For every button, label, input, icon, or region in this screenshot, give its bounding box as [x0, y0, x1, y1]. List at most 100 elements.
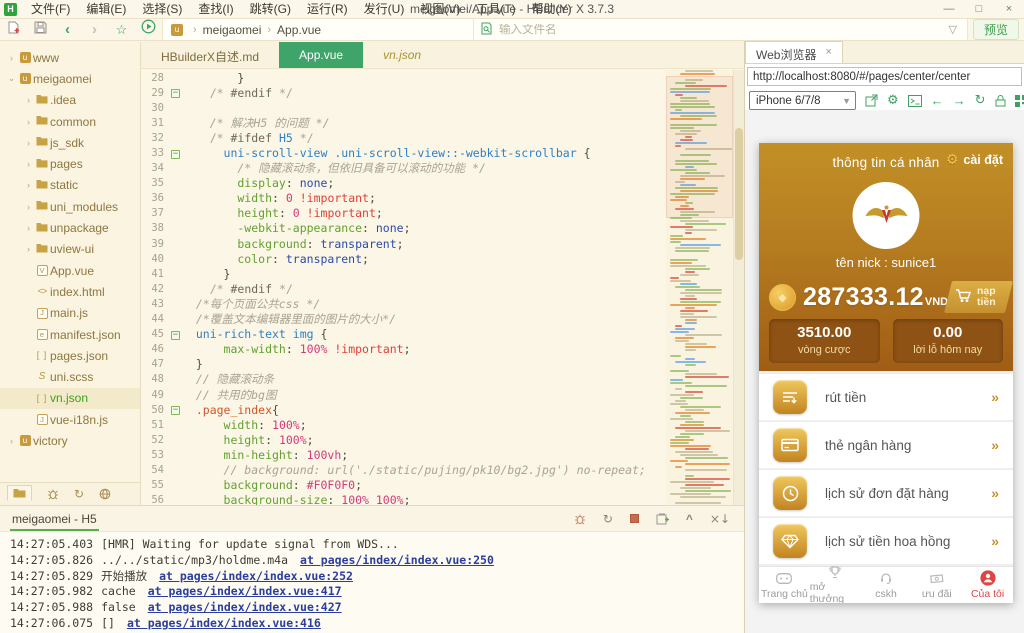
log-source-link[interactable]: at pages/index/index.vue:252: [159, 569, 353, 583]
minimap-code-mark: [670, 460, 688, 462]
maximize-button[interactable]: □: [964, 0, 994, 18]
nav-forward-icon[interactable]: →: [953, 94, 966, 107]
browser-tab[interactable]: Web浏览器 ×: [745, 41, 843, 63]
editor-tab-vn.json[interactable]: vn.json: [363, 42, 441, 68]
tab-ưu đãi[interactable]: ưu đãi: [911, 567, 962, 603]
tree-item-static[interactable]: ›static: [0, 175, 140, 196]
close-icon[interactable]: ×: [825, 46, 831, 58]
debug-bug-icon[interactable]: [47, 488, 59, 500]
tree-item-pages.json[interactable]: [ ]pages.json: [0, 345, 140, 366]
menu-item-1[interactable]: rút tiền»: [759, 374, 1013, 420]
minimap-viewport[interactable]: [666, 76, 733, 218]
open-external-icon[interactable]: [865, 94, 878, 107]
tree-item-uni.scss[interactable]: Suni.scss: [0, 366, 140, 387]
console-collapse-icon[interactable]: ^: [686, 513, 693, 525]
fold-marker[interactable]: −: [169, 148, 182, 159]
minimap[interactable]: [666, 70, 733, 505]
log-source-link[interactable]: at pages/index/index.vue:427: [148, 600, 342, 614]
new-file-icon[interactable]: [0, 20, 27, 40]
console-debug-icon[interactable]: [574, 513, 586, 525]
log-source-link[interactable]: at pages/index/index.vue:416: [127, 616, 321, 630]
forward-icon[interactable]: ›: [81, 20, 108, 40]
menu-item[interactable]: 跳转(G): [242, 2, 299, 16]
tab-mở thưởng[interactable]: mở thưởng: [810, 567, 861, 603]
fold-marker[interactable]: −: [169, 404, 182, 415]
editor-tab-HBuilderX自述.md[interactable]: HBuilderX自述.md: [141, 42, 279, 68]
tree-item-main.js[interactable]: Jmain.js: [0, 303, 140, 324]
breadcrumb-item[interactable]: App.vue: [277, 23, 321, 37]
menu-item[interactable]: 选择(S): [134, 2, 190, 16]
editor-scrollbar[interactable]: [733, 70, 744, 505]
url-input[interactable]: [747, 67, 1022, 86]
close-button[interactable]: ×: [994, 0, 1024, 18]
tree-item-uview-ui[interactable]: ›uview-ui: [0, 239, 140, 260]
tab-cskh[interactable]: cskh: [861, 567, 912, 603]
search-input[interactable]: [499, 24, 945, 36]
console-header: meigaomei - H5 ↻ ^ ×↓: [0, 506, 744, 532]
editor-tab-App.vue[interactable]: App.vue: [279, 42, 363, 68]
tree-item-.idea[interactable]: ›.idea: [0, 90, 140, 111]
tree-item-vn.json[interactable]: [ ]vn.json: [0, 388, 140, 409]
bookmark-star-icon[interactable]: ☆: [108, 20, 135, 40]
qr-code-icon[interactable]: [1015, 95, 1024, 107]
tree-item-manifest.json[interactable]: emanifest.json: [0, 324, 140, 345]
tree-item-meigaomei[interactable]: ⌄umeigaomei: [0, 68, 140, 89]
editor-scrollbar-thumb[interactable]: [735, 128, 743, 260]
minimap-code-mark: [675, 361, 706, 363]
breadcrumb-item[interactable]: meigaomei: [203, 23, 262, 37]
tree-item-unpackage[interactable]: ›unpackage: [0, 217, 140, 238]
console-close-icon[interactable]: ×↓: [710, 513, 730, 525]
tree-item-www[interactable]: ›uwww: [0, 47, 140, 68]
menu-item[interactable]: 文件(F): [23, 2, 78, 16]
console-clear-icon[interactable]: [656, 513, 669, 525]
code-text: /* 隐藏滚动条，但依旧具备可以滚动的功能 */: [182, 160, 486, 176]
fold-marker[interactable]: −: [169, 329, 182, 340]
fold-marker[interactable]: −: [169, 87, 182, 98]
code-text: /*覆盖文本编辑器里面的图片的大小*/: [182, 311, 396, 327]
refresh-icon[interactable]: ↻: [975, 94, 986, 107]
devtools-console-icon[interactable]: [908, 95, 922, 107]
avatar[interactable]: [853, 182, 920, 249]
console-stop-icon[interactable]: [630, 514, 639, 523]
tree-item-uni_modules[interactable]: ›uni_modules: [0, 196, 140, 217]
console-restart-icon[interactable]: ↻: [603, 513, 613, 525]
code-area[interactable]: 28 }29− /* #endif */3031 /* 解决H5 的问题 */3…: [141, 70, 666, 505]
log-source-link[interactable]: at pages/index/index.vue:250: [300, 553, 494, 567]
minimap-code-mark: [675, 286, 700, 288]
settings-gear-icon[interactable]: ⚙: [887, 94, 899, 107]
log-source-link[interactable]: at pages/index/index.vue:417: [148, 584, 342, 598]
explorer-folder-icon[interactable]: [7, 485, 32, 501]
folder-file-icon: [34, 243, 50, 256]
menu-item[interactable]: 查找(I): [190, 2, 241, 16]
run-icon[interactable]: [135, 19, 162, 40]
tree-item-victory[interactable]: ›uvictory: [0, 430, 140, 451]
menu-item-4[interactable]: lịch sử tiền hoa hồng»: [759, 518, 1013, 564]
tab-Trang chủ[interactable]: Trang chủ: [759, 567, 810, 603]
menu-item[interactable]: 编辑(E): [78, 2, 134, 16]
tab-Của tôi[interactable]: Của tôi: [962, 567, 1013, 603]
menu-item[interactable]: 发行(U): [356, 2, 413, 16]
menu-item[interactable]: 运行(R): [299, 2, 356, 16]
globe-icon[interactable]: [99, 488, 111, 500]
tree-item-js_sdk[interactable]: ›js_sdk: [0, 132, 140, 153]
title-bar: H 文件(F)编辑(E)选择(S)查找(I)跳转(G)运行(R)发行(U)视图(…: [0, 0, 1024, 19]
back-icon[interactable]: ‹: [54, 20, 81, 40]
menu-item-3[interactable]: lịch sử đơn đặt hàng»: [759, 470, 1013, 516]
nav-back-icon[interactable]: ←: [931, 94, 944, 107]
tree-item-common[interactable]: ›common: [0, 111, 140, 132]
save-icon[interactable]: [27, 20, 54, 40]
tree-item-App.vue[interactable]: VApp.vue: [0, 260, 140, 281]
sync-icon[interactable]: ↻: [74, 488, 84, 500]
settings-button[interactable]: ⚙ cài đặt: [946, 153, 1003, 167]
deposit-button[interactable]: nạp tiền »: [948, 281, 1013, 313]
preview-button[interactable]: 预览: [973, 19, 1019, 40]
device-selector[interactable]: iPhone 6/7/8 ▼: [749, 91, 856, 110]
filter-funnel-icon[interactable]: ▽: [949, 23, 957, 36]
console-tab[interactable]: meigaomei - H5: [10, 507, 99, 531]
tree-item-pages[interactable]: ›pages: [0, 153, 140, 174]
tree-item-vue-i18n.js[interactable]: Jvue-i18n.js: [0, 409, 140, 430]
tree-item-index.html[interactable]: <>index.html: [0, 281, 140, 302]
minimize-button[interactable]: —: [934, 0, 964, 18]
menu-item-2[interactable]: thẻ ngân hàng»: [759, 422, 1013, 468]
lock-icon[interactable]: [995, 94, 1006, 107]
